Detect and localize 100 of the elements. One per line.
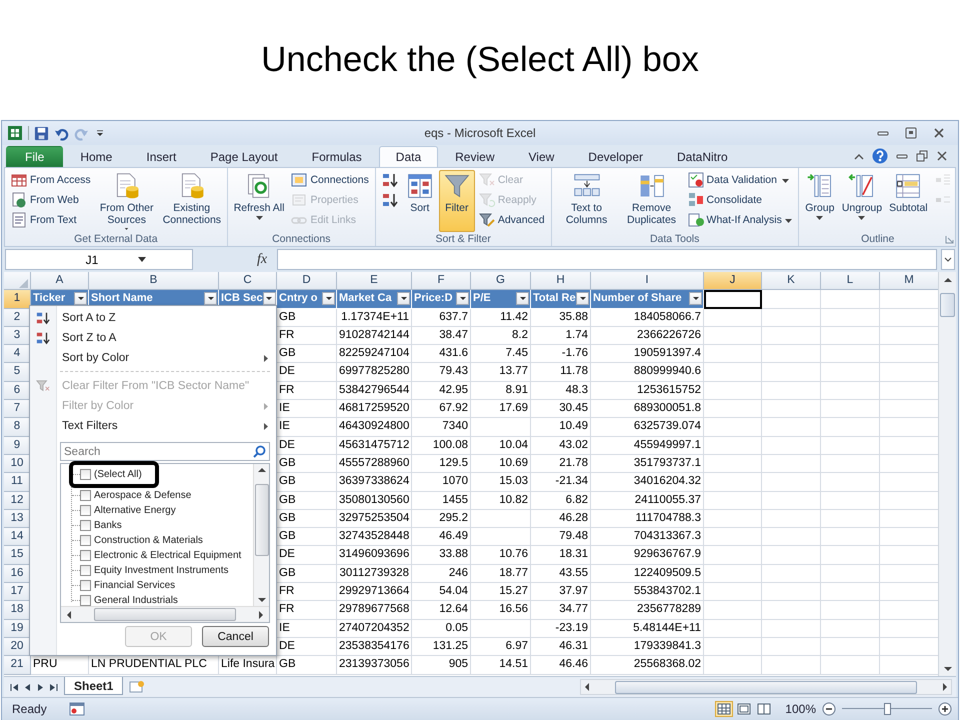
checkbox-label[interactable]: Banks	[94, 520, 122, 531]
insert-function-button[interactable]: fx	[257, 252, 268, 268]
horizontal-scrollbar[interactable]	[61, 606, 269, 622]
file-tab[interactable]: File	[6, 146, 64, 167]
ribbon-button[interactable]: From Other Sources	[94, 170, 159, 232]
checkbox-label[interactable]: Equity Investment Instruments	[94, 565, 229, 576]
sheet-tab[interactable]: Sheet1	[64, 677, 124, 695]
ribbon-tab[interactable]: View	[512, 146, 572, 167]
horizontal-scrollbar[interactable]	[580, 679, 952, 695]
filter-dropdown-button[interactable]	[516, 292, 529, 306]
ribbon-button[interactable]: Existing Connections	[160, 170, 224, 232]
filter-dropdown-button[interactable]	[576, 292, 589, 306]
checkbox-label[interactable]: Construction & Materials	[94, 535, 203, 546]
row-number[interactable]: 17	[4, 583, 31, 602]
search-icon[interactable]	[253, 445, 266, 458]
ribbon-button[interactable]: What-If Analysis	[684, 210, 795, 230]
dialog-button[interactable]: Cancel	[202, 626, 269, 647]
ribbon-tab[interactable]: Review	[438, 146, 512, 167]
column-letter[interactable]: M	[880, 272, 938, 290]
vertical-scrollbar[interactable]	[938, 272, 956, 676]
filter-dropdown-button[interactable]	[204, 292, 217, 306]
close-icon[interactable]	[932, 126, 946, 140]
close-icon[interactable]	[936, 150, 948, 162]
ribbon-button[interactable]: From Text	[8, 210, 94, 230]
view-button[interactable]	[735, 701, 754, 717]
column-letter[interactable]: B	[89, 272, 219, 290]
zoom-out-button[interactable]	[822, 702, 836, 716]
checkbox[interactable]	[80, 580, 91, 591]
checkbox-label[interactable]: General Industrials	[94, 595, 178, 606]
filter-dropdown-button[interactable]	[262, 292, 276, 306]
ribbon-tab[interactable]: Formulas	[294, 146, 379, 167]
restore-icon[interactable]	[916, 150, 928, 162]
menu-item[interactable]: Text Filters	[30, 416, 276, 436]
column-letter[interactable]: D	[277, 272, 337, 290]
column-letter[interactable]: C	[219, 272, 277, 290]
dialog-launcher-icon[interactable]	[944, 235, 954, 244]
slider-thumb[interactable]	[884, 703, 891, 715]
help-icon[interactable]	[872, 148, 888, 164]
menu-item[interactable]: Sort Z to A	[30, 328, 276, 348]
column-letter[interactable]: G	[471, 272, 531, 290]
menu-item[interactable]: Sort A to Z	[30, 308, 276, 328]
ribbon-tab[interactable]: Page Layout	[193, 146, 295, 167]
next-sheet-icon[interactable]	[36, 682, 45, 692]
filter-dropdown-button[interactable]	[456, 292, 469, 306]
ribbon-button[interactable]: Group	[802, 170, 838, 232]
row-number[interactable]: 1	[4, 290, 31, 309]
checkbox-label[interactable]: Electronic & Electrical Equipment	[94, 550, 242, 561]
ribbon-button[interactable]: Consolidate	[684, 190, 795, 210]
row-number[interactable]: 18	[4, 601, 31, 620]
first-sheet-icon[interactable]	[10, 682, 19, 692]
checkbox[interactable]	[80, 469, 91, 480]
ribbon-button[interactable]: Sort	[402, 170, 438, 232]
row-number[interactable]: 8	[4, 418, 31, 437]
checkbox[interactable]	[80, 550, 91, 561]
name-box[interactable]: J1	[5, 249, 193, 270]
filter-dropdown-button[interactable]	[689, 292, 702, 306]
ribbon-button[interactable]: Filter	[438, 170, 475, 232]
view-button[interactable]	[715, 701, 734, 717]
checkbox[interactable]	[80, 595, 91, 606]
row-number[interactable]: 14	[4, 528, 31, 546]
checkbox[interactable]	[80, 505, 91, 516]
checkbox-label[interactable]: Financial Services	[94, 580, 176, 591]
filter-dropdown-button[interactable]	[397, 292, 410, 306]
row-number[interactable]: 15	[4, 546, 31, 565]
checkbox[interactable]	[80, 565, 91, 576]
last-sheet-icon[interactable]	[49, 682, 58, 692]
ribbon-tab[interactable]: Insert	[129, 146, 194, 167]
menu-item[interactable]: Sort by Color	[30, 348, 276, 368]
ribbon-tab[interactable]: DataNitro	[660, 146, 745, 167]
checkbox[interactable]	[80, 490, 91, 501]
row-number[interactable]: 21	[4, 656, 31, 675]
ribbon-tab[interactable]: Data	[378, 146, 438, 167]
vertical-scrollbar[interactable]	[253, 464, 269, 606]
ribbon-button[interactable]: Remove Duplicates	[620, 170, 684, 232]
column-letter[interactable]: I	[591, 272, 704, 290]
ribbon-button[interactable]: Connections	[288, 170, 372, 190]
collapse-ribbon-icon[interactable]	[854, 152, 864, 160]
ribbon-button[interactable]: Subtotal	[886, 170, 931, 232]
ribbon-button[interactable]: From Web	[8, 190, 94, 210]
column-letter[interactable]: L	[821, 272, 880, 290]
ribbon-button[interactable]: Data Validation	[684, 170, 795, 190]
filter-dropdown-button[interactable]	[322, 292, 335, 306]
checkbox-label[interactable]: Alternative Energy	[94, 505, 176, 516]
expand-formula-bar-icon[interactable]	[941, 249, 955, 270]
row-number[interactable]: 4	[4, 345, 31, 364]
checkbox-label[interactable]: Aerospace & Defense	[94, 490, 192, 501]
ribbon-tab[interactable]: Developer	[571, 146, 660, 167]
ribbon-button[interactable]: Ungroup	[838, 170, 886, 232]
column-letter[interactable]: F	[412, 272, 471, 290]
formula-input[interactable]	[277, 249, 937, 270]
column-letter[interactable]: A	[31, 272, 89, 290]
column-letter[interactable]: H	[531, 272, 591, 290]
macro-record-icon[interactable]	[68, 702, 85, 716]
checkbox[interactable]	[80, 535, 91, 546]
row-number[interactable]: 5	[4, 363, 31, 382]
row-number[interactable]: 7	[4, 400, 31, 418]
view-button[interactable]	[755, 701, 774, 717]
ribbon-button[interactable]: Text to Columns	[554, 170, 619, 232]
column-letter[interactable]: K	[762, 272, 821, 290]
row-number[interactable]: 11	[4, 473, 31, 492]
